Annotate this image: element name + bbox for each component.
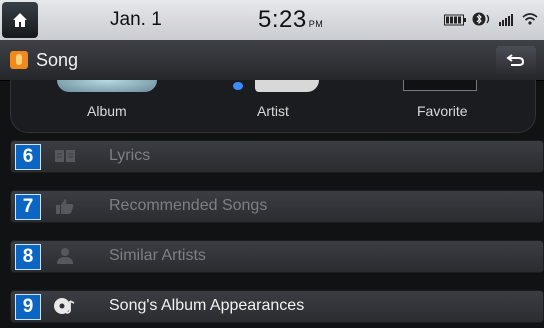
tab-album[interactable]: Album: [87, 103, 127, 119]
number-badge: 9: [15, 294, 41, 320]
number-badge: 7: [15, 194, 41, 220]
favorite-thumbnail[interactable]: [403, 80, 477, 91]
lyrics-book-icon: [55, 150, 75, 162]
home-button[interactable]: [2, 2, 38, 38]
back-arrow-icon: [506, 54, 525, 66]
number-badge: 8: [15, 244, 41, 270]
home-icon: [13, 13, 27, 27]
signal-icon: [498, 13, 516, 31]
person-icon: [57, 248, 73, 264]
list-item-lyrics[interactable]: 6 Lyrics: [10, 140, 544, 173]
music-app-icon: [10, 51, 28, 69]
status-ampm: PM: [308, 19, 324, 29]
list-item-label: Lyrics: [109, 147, 151, 164]
battery-icon: [444, 13, 466, 31]
back-button[interactable]: [496, 46, 536, 74]
list-item-label: Similar Artists: [109, 247, 206, 264]
number-badge: 6: [15, 144, 41, 170]
tab-favorite[interactable]: Favorite: [417, 103, 468, 119]
album-thumbnail[interactable]: [57, 80, 157, 92]
status-time-value: 5:23: [258, 6, 307, 33]
artist-indicator-dot: [233, 82, 243, 90]
artist-thumbnail[interactable]: [255, 80, 319, 92]
wifi-icon: [522, 12, 538, 31]
status-icons: [444, 12, 538, 31]
thumbs-up-icon: [56, 199, 74, 214]
view-tabs: Album Artist Favorite: [10, 80, 536, 133]
tab-artist[interactable]: Artist: [257, 103, 289, 119]
status-bar: Jan. 1 5:23 PM: [0, 0, 544, 40]
page-title: Song: [36, 50, 79, 70]
status-date: Jan. 1: [110, 9, 162, 30]
list-item-album-appearances[interactable]: 9 Song's Album Appearances: [10, 290, 544, 323]
status-time: 5:23 PM: [258, 6, 323, 34]
list-item-recommended-songs[interactable]: 7 Recommended Songs: [10, 190, 544, 223]
bluetooth-icon: [472, 12, 492, 31]
title-bar: Song: [0, 40, 544, 81]
album-disc-icon: [54, 298, 75, 314]
list-item-label: Recommended Songs: [109, 197, 268, 214]
list-item-label: Song's Album Appearances: [109, 297, 305, 314]
list-item-similar-artists[interactable]: 8 Similar Artists: [10, 240, 544, 273]
